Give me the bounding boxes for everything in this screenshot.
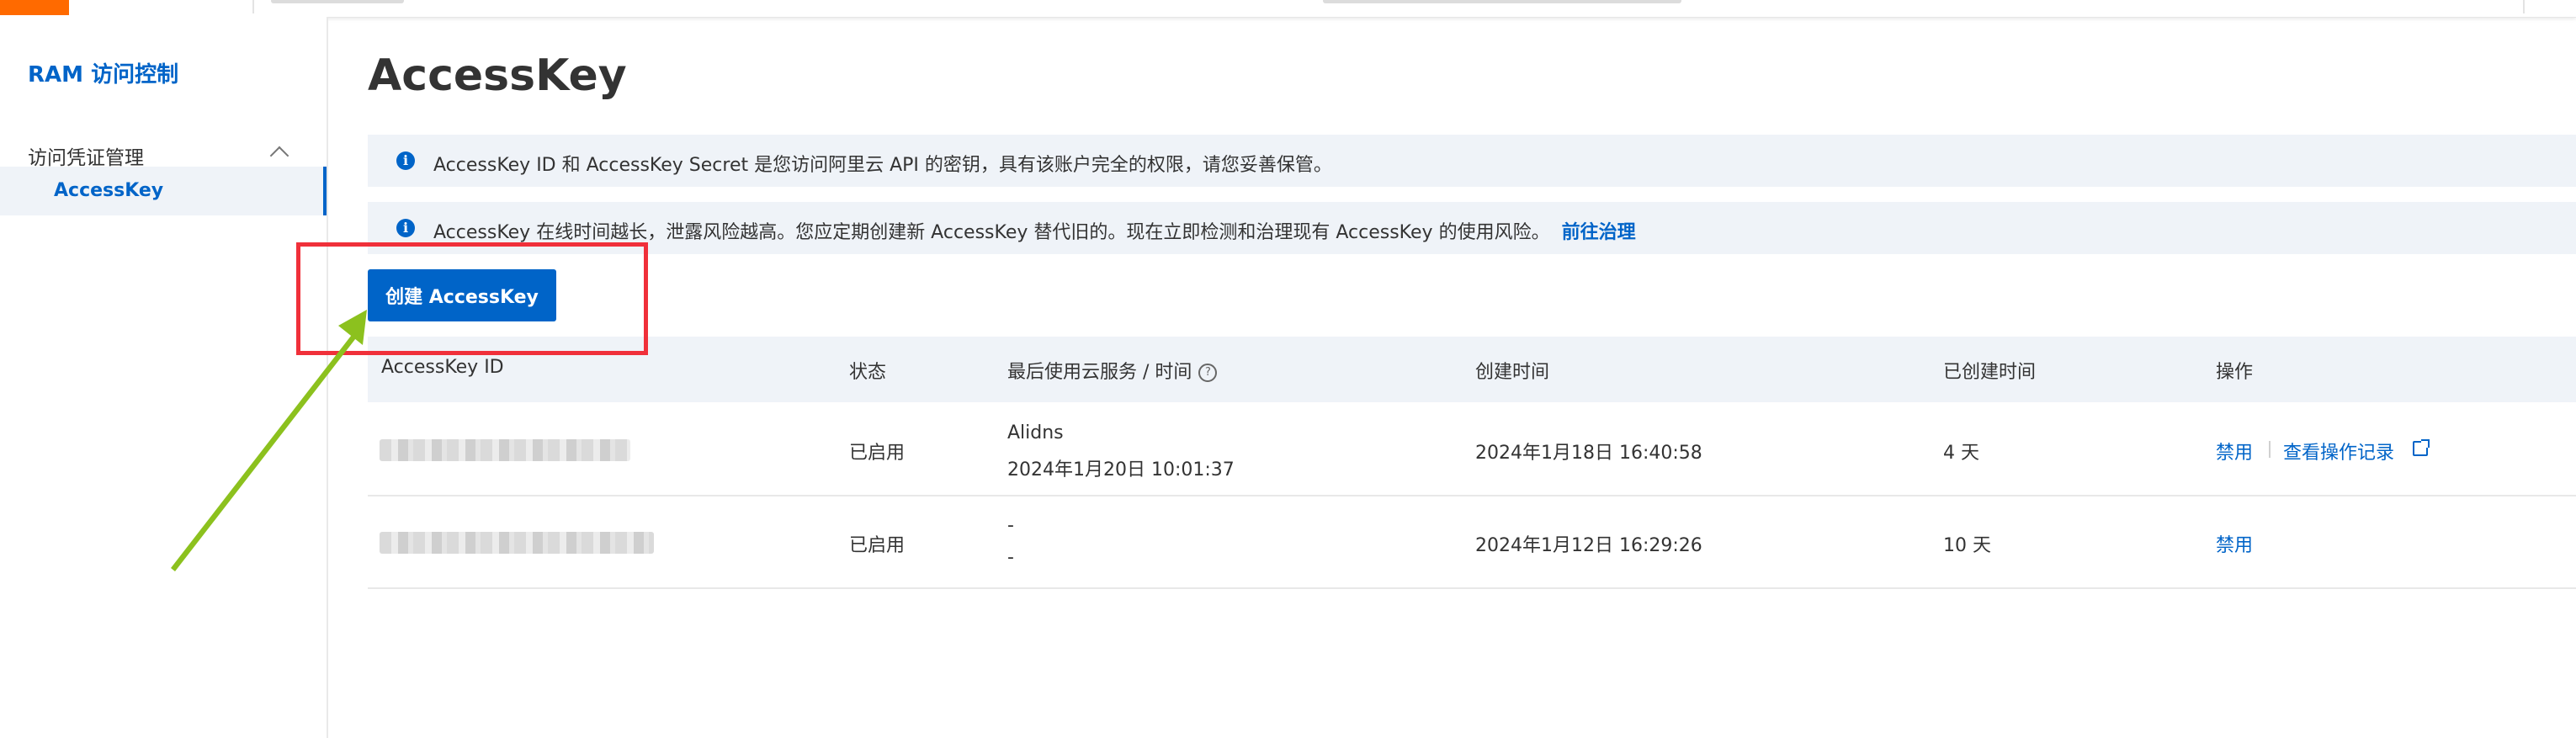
status-cell: 已启用: [849, 443, 906, 464]
notice-text-wrapper: AccessKey 在线时间越长，泄露风险越高。您应定期创建新 AccessKe…: [433, 217, 1636, 244]
external-link-icon[interactable]: [2413, 439, 2430, 456]
go-govern-link[interactable]: 前往治理: [1562, 222, 1636, 243]
age-cell: 10 天: [1943, 535, 1991, 556]
created-cell: 2024年1月18日 16:40:58: [1475, 443, 1702, 464]
top-search-field[interactable]: [271, 0, 404, 3]
notice-text: AccessKey 在线时间越长，泄露风险越高。您应定期创建新 AccessKe…: [433, 222, 1550, 243]
sidebar-title[interactable]: RAM 访问控制: [28, 57, 178, 88]
table-row: 已启用 Alidns 2024年1月20日 10:01:37 2024年1月18…: [368, 404, 2576, 496]
info-icon: i: [396, 151, 415, 170]
column-header-id: AccessKey ID: [381, 357, 504, 378]
view-log-link[interactable]: 查看操作记录: [2283, 438, 2394, 465]
last-service-cell: -: [1007, 515, 1014, 536]
sidebar-item-label: AccessKey: [54, 180, 164, 201]
brand-logo-block[interactable]: [0, 0, 69, 15]
info-notice-secret: i AccessKey ID 和 AccessKey Secret 是您访问阿里…: [368, 135, 2576, 187]
last-service-cell: Alidns: [1007, 422, 1064, 443]
masked-accesskey-id: [380, 439, 630, 461]
last-time-cell: 2024年1月20日 10:01:37: [1007, 459, 1235, 480]
disable-link[interactable]: 禁用: [2216, 438, 2253, 465]
column-header-age: 已创建时间: [1943, 362, 2037, 383]
notice-text: AccessKey ID 和 AccessKey Secret 是您访问阿里云 …: [433, 155, 1332, 176]
annotation-highlight-box: [296, 242, 648, 355]
status-cell: 已启用: [849, 535, 906, 556]
column-header-created: 创建时间: [1475, 362, 1550, 383]
help-circle-icon[interactable]: ?: [1198, 364, 1218, 382]
column-header-last-used: 最后使用云服务 / 时间?: [1007, 357, 1218, 384]
top-divider: [2523, 0, 2525, 13]
created-cell: 2024年1月12日 16:29:26: [1475, 535, 1702, 556]
top-divider: [252, 0, 254, 13]
top-navigation-bar: [0, 0, 2576, 18]
column-header-last-used-label: 最后使用云服务 / 时间: [1007, 362, 1192, 383]
masked-accesskey-id: [380, 532, 654, 554]
column-header-status: 状态: [849, 362, 887, 383]
chevron-up-icon[interactable]: [269, 146, 289, 166]
table-header: AccessKey ID 状态 最后使用云服务 / 时间? 创建时间 已创建时间…: [368, 337, 2576, 402]
info-icon: i: [396, 219, 415, 237]
disable-link[interactable]: 禁用: [2216, 530, 2253, 557]
page-title: AccessKey: [368, 50, 627, 101]
action-divider: [2269, 441, 2271, 458]
sidebar: RAM 访问控制 访问凭证管理 AccessKey: [0, 17, 328, 738]
sidebar-group-label: 访问凭证管理: [28, 147, 144, 169]
top-global-search[interactable]: [1323, 0, 1681, 3]
age-cell: 4 天: [1943, 443, 1979, 464]
sidebar-item-accesskey[interactable]: AccessKey: [0, 167, 327, 215]
table-row: 已启用 - - 2024年1月12日 16:29:26 10 天 禁用: [368, 496, 2576, 589]
info-notice-risk: i AccessKey 在线时间越长，泄露风险越高。您应定期创建新 Access…: [368, 202, 2576, 254]
last-time-cell: -: [1007, 547, 1014, 568]
column-header-actions: 操作: [2216, 362, 2254, 383]
